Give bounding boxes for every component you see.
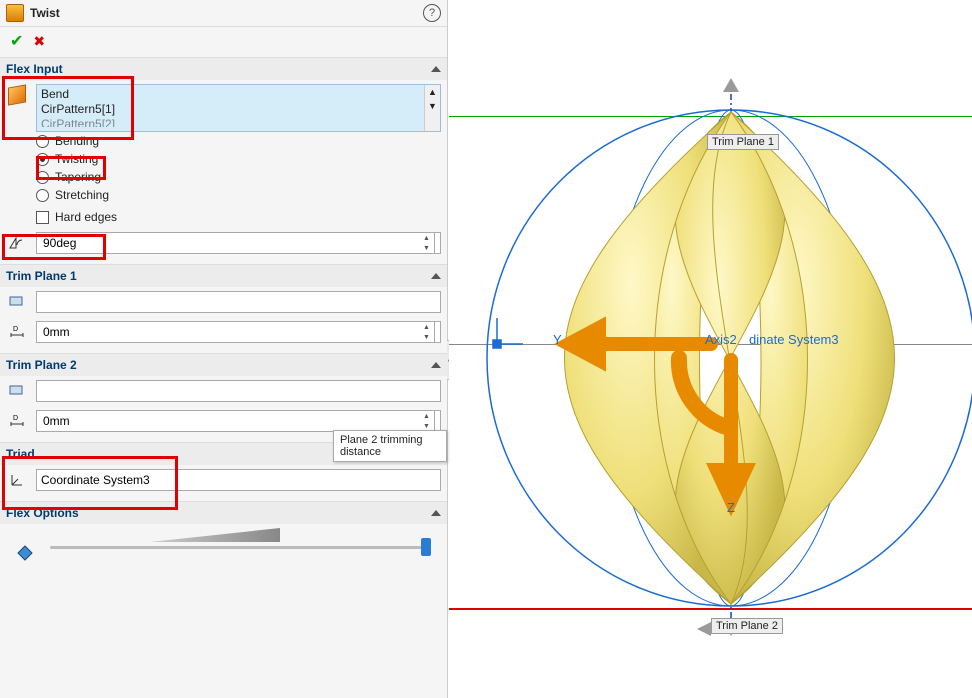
radio-icon	[36, 189, 49, 202]
trim1-body: D ▲▼	[0, 287, 447, 353]
list-item[interactable]: CirPattern5[1]	[41, 102, 436, 117]
accept-button[interactable]	[10, 31, 23, 51]
wedge-icon	[150, 528, 280, 542]
panel-title: Twist	[30, 6, 417, 20]
trim-plane-2-label[interactable]: Trim Plane 2	[711, 618, 783, 634]
radio-label: Bending	[55, 134, 99, 148]
panel-header: Twist ?	[0, 0, 447, 27]
y-axis-label: Y	[553, 332, 562, 347]
trim2-dist-input[interactable]	[36, 410, 441, 432]
trim2-dist-row: D ▲▼	[36, 410, 441, 432]
section-flex-options[interactable]: Flex Options	[0, 501, 447, 524]
radio-icon	[36, 135, 49, 148]
property-panel: Twist ? Flex Input Bend CirPattern5[1] C…	[0, 0, 448, 698]
trim2-spinner[interactable]: ▲▼	[419, 410, 435, 432]
radio-label: Tapering	[55, 170, 101, 184]
distance-icon: D	[6, 410, 28, 432]
section-trim2[interactable]: Trim Plane 2	[0, 353, 447, 376]
radio-icon	[36, 153, 49, 166]
angle-input[interactable]	[36, 232, 441, 254]
chevron-up-icon	[431, 66, 441, 72]
z-axis-label: Z	[727, 500, 735, 515]
svg-text:D: D	[13, 326, 18, 333]
chevron-up-icon	[431, 273, 441, 279]
radio-label: Stretching	[55, 188, 109, 202]
section-trim1[interactable]: Trim Plane 1	[0, 264, 447, 287]
radio-label: Twisting	[55, 152, 98, 166]
trim2-ref-input[interactable]	[36, 380, 441, 402]
trim1-spinner[interactable]: ▲▼	[419, 321, 435, 343]
radio-twisting[interactable]: Twisting	[36, 150, 441, 168]
distance-icon: D	[6, 321, 28, 343]
trim1-ref-input[interactable]	[36, 291, 441, 313]
diamond-icon	[14, 542, 36, 564]
coord-sys-icon	[6, 469, 28, 491]
triad-input[interactable]	[36, 469, 441, 491]
viewport-3d[interactable]: Y Z Axis2 dinate System3 Trim Plane 1 Tr…	[449, 0, 972, 698]
ok-cancel-row	[0, 27, 447, 57]
section-flex-input[interactable]: Flex Input	[0, 57, 447, 80]
flex-bodies-list[interactable]: Bend CirPattern5[1] CirPattern5[2] ▲ ▼	[36, 84, 441, 132]
list-item[interactable]: Bend	[41, 87, 436, 102]
radio-icon	[36, 171, 49, 184]
triad-label: Triad	[6, 447, 35, 461]
list-scrollbar[interactable]: ▲ ▼	[424, 85, 440, 131]
trim1-label: Trim Plane 1	[6, 269, 77, 283]
slider-thumb[interactable]	[421, 538, 431, 556]
list-item[interactable]: CirPattern5[2]	[41, 117, 436, 127]
triad-body	[0, 465, 447, 501]
model-svg	[449, 0, 972, 698]
check-hard-edges[interactable]: Hard edges	[36, 208, 441, 226]
radio-tapering[interactable]: Tapering	[36, 168, 441, 186]
axis-label: Axis2	[705, 332, 737, 347]
scroll-down-icon[interactable]: ▼	[425, 99, 440, 113]
body-select-icon	[6, 84, 28, 106]
radio-stretching[interactable]: Stretching	[36, 186, 441, 204]
trim-plane-1-label[interactable]: Trim Plane 1	[707, 134, 779, 150]
flex-options-label: Flex Options	[6, 506, 79, 520]
trim2-label: Trim Plane 2	[6, 358, 77, 372]
plane-ref-icon	[6, 380, 28, 402]
chevron-up-icon	[431, 362, 441, 368]
angle-row: ▲▼	[36, 232, 441, 254]
check-label: Hard edges	[55, 210, 117, 224]
tooltip-text: Plane 2 trimming distance	[340, 434, 423, 458]
flex-input-label: Flex Input	[6, 62, 63, 76]
angle-icon	[6, 232, 28, 254]
flex-input-body: Bend CirPattern5[1] CirPattern5[2] ▲ ▼ B…	[0, 80, 447, 264]
angle-spinner[interactable]: ▲▼	[419, 232, 435, 254]
help-icon[interactable]: ?	[423, 4, 441, 22]
trim1-dist-row: D ▲▼	[36, 321, 441, 343]
scroll-up-icon[interactable]: ▲	[425, 85, 440, 99]
coord-label: dinate System3	[749, 332, 839, 347]
trim1-dist-input[interactable]	[36, 321, 441, 343]
accuracy-slider[interactable]	[10, 528, 441, 559]
plane-ref-icon	[6, 291, 28, 313]
twist-feature-icon	[6, 4, 24, 22]
cancel-button[interactable]	[33, 33, 45, 50]
tooltip: Plane 2 trimming distance	[333, 430, 447, 462]
chevron-up-icon	[431, 510, 441, 516]
flex-options-body	[0, 524, 447, 569]
checkbox-icon	[36, 211, 49, 224]
svg-text:D: D	[13, 415, 18, 422]
radio-bending[interactable]: Bending	[36, 132, 441, 150]
